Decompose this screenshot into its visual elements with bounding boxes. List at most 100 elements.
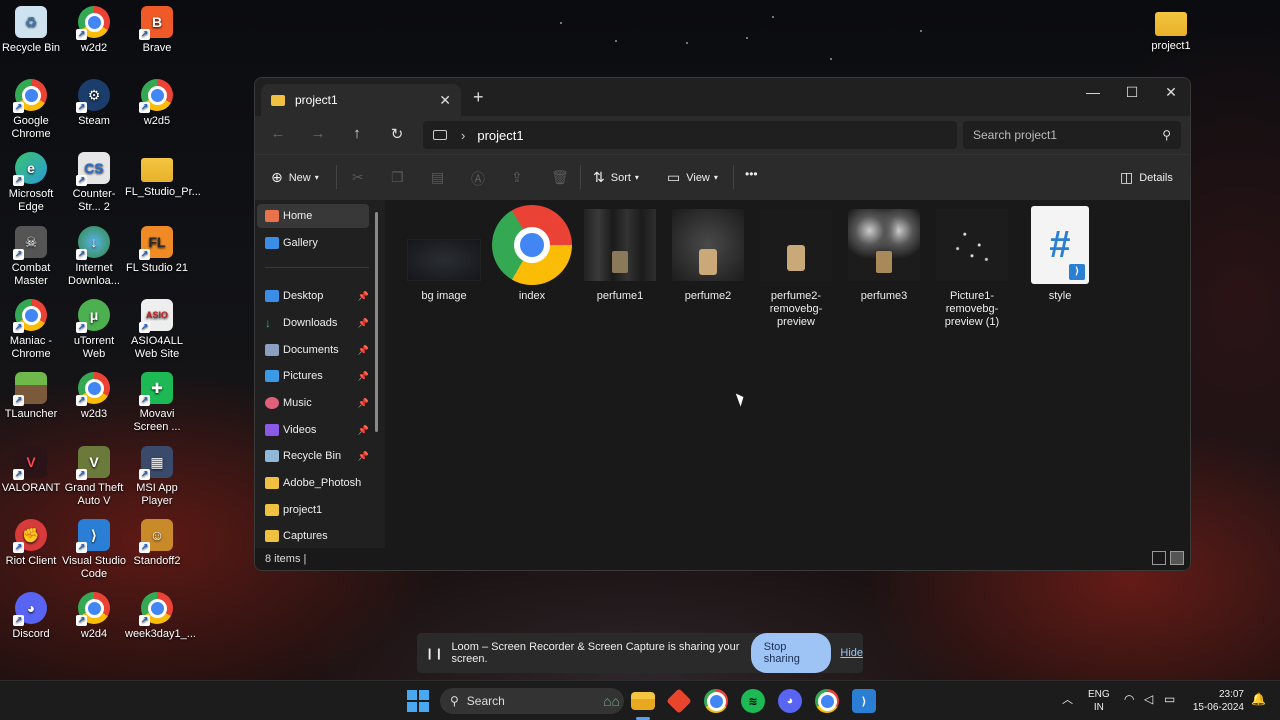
paste-button[interactable]: ▤ [431, 169, 450, 186]
desktop-icon-fl-studio[interactable]: FL FL Studio 21 [125, 226, 189, 275]
view-button[interactable]: ▭ View ▾ [667, 169, 718, 186]
desktop-icon-week3day1[interactable]: week3day1_... [125, 592, 196, 641]
sidebar-item-downloads[interactable]: ↓ Downloads 📌 [257, 311, 369, 335]
desktop-icon-utorrent[interactable]: μ uTorrent Web [62, 299, 126, 361]
sidebar-item-documents[interactable]: Documents 📌 [257, 338, 369, 362]
chevron-up-icon[interactable]: ︿ [1062, 694, 1073, 707]
pin-icon[interactable]: 📌 [358, 345, 369, 356]
breadcrumb[interactable]: project1 [477, 128, 523, 143]
tab-project1[interactable]: project1 ✕ [261, 84, 461, 116]
sidebar-item-music[interactable]: Music 📌 [257, 391, 369, 415]
close-tab-icon[interactable]: ✕ [439, 92, 451, 109]
chrome-profile-icon[interactable] [815, 689, 839, 713]
share-button[interactable]: ⇪ [511, 169, 529, 186]
desktop-icon-msi-app-player[interactable]: ▦ MSI App Player [125, 446, 189, 508]
sidebar-item-gallery[interactable]: Gallery [257, 231, 369, 255]
chevron-right-icon[interactable]: › [461, 128, 465, 143]
pin-icon[interactable]: 📌 [358, 451, 369, 462]
desktop-icon-edge[interactable]: e Microsoft Edge [0, 152, 63, 214]
more-options-button[interactable]: ••• [745, 167, 758, 181]
desktop-icon-google-chrome[interactable]: Google Chrome [0, 79, 63, 141]
desktop-icon-gta[interactable]: V Grand Theft Auto V [62, 446, 126, 508]
details-view-icon[interactable] [1152, 551, 1166, 565]
sidebar-item-captures[interactable]: Captures [257, 524, 369, 548]
desktop-icon-w2d2[interactable]: w2d2 [62, 6, 126, 55]
pin-icon[interactable]: 📌 [358, 398, 369, 409]
speaker-icon[interactable]: ◁ [1144, 693, 1153, 706]
close-button[interactable]: ✕ [1151, 78, 1190, 106]
sort-button[interactable]: ⇅ Sort ▾ [593, 169, 639, 186]
maximize-button[interactable]: ☐ [1112, 78, 1152, 106]
desktop-icon-w2d3[interactable]: w2d3 [62, 372, 126, 421]
search-input[interactable]: Search project1 ⚲ [963, 121, 1181, 149]
file-item[interactable]: perfume3 [842, 206, 926, 303]
clock[interactable]: 23:07 15-06-2024 [1186, 688, 1244, 714]
delete-button[interactable]: 🗑 [551, 169, 575, 186]
language-indicator[interactable]: ENG IN [1088, 688, 1110, 714]
sidebar-item-adobe-photoshop[interactable]: Adobe_Photosh [257, 471, 369, 495]
desktop-icon-recycle-bin[interactable]: ♻ Recycle Bin [0, 6, 63, 55]
details-button[interactable]: ◫ Details [1120, 169, 1173, 186]
chrome-icon[interactable] [704, 689, 728, 713]
desktop-icon-internet-download-manager[interactable]: ↓ Internet Downloa... [62, 226, 126, 288]
desktop-icon-valorant[interactable]: V VALORANT [0, 446, 63, 495]
sidebar-item-project1[interactable]: project1 [257, 498, 369, 522]
desktop-icon-standoff2[interactable]: ☺ Standoff2 [125, 519, 189, 568]
address-bar[interactable]: › project1 [423, 121, 957, 149]
stop-sharing-button[interactable]: Stop sharing [750, 633, 832, 673]
taskbar-search[interactable]: ⚲ Search ⌂⌂ [440, 688, 624, 714]
pin-icon[interactable]: 📌 [358, 371, 369, 382]
windows-start-icon[interactable] [406, 689, 430, 713]
minimize-button[interactable]: — [1073, 78, 1113, 106]
file-explorer-icon[interactable] [631, 692, 655, 710]
rename-button[interactable]: Ⓐ [471, 169, 491, 189]
desktop-icon-brave[interactable]: B Brave [125, 6, 189, 55]
desktop-icon-discord[interactable]: ◕ Discord [0, 592, 63, 641]
notification-bell-icon[interactable]: 🔔 [1251, 693, 1266, 706]
desktop-icon-w2d5[interactable]: w2d5 [125, 79, 189, 128]
file-item[interactable]: perfume2-removebg-preview [754, 206, 838, 329]
up-arrow-icon[interactable]: ↑ [346, 125, 368, 142]
sidebar-item-desktop[interactable]: Desktop 📌 [257, 284, 369, 308]
large-icons-view-icon[interactable] [1170, 551, 1184, 565]
spotify-icon[interactable]: ≋ [741, 689, 765, 713]
forward-arrow-icon[interactable]: → [307, 125, 329, 142]
discord-icon[interactable]: ◕ [778, 689, 802, 713]
desktop-icon-project1[interactable]: project1 [1139, 6, 1203, 53]
cut-button[interactable]: ✂ [352, 169, 370, 186]
desktop-icon-vscode[interactable]: ⟩ Visual Studio Code [62, 519, 126, 581]
pause-icon[interactable]: ❙❙ [425, 647, 443, 660]
desktop-icon-maniac-chrome[interactable]: Maniac - Chrome [0, 299, 63, 361]
app-diamond-icon[interactable] [666, 688, 692, 714]
scrollbar[interactable] [375, 212, 378, 432]
file-item[interactable]: bg image [402, 206, 486, 303]
pin-icon[interactable]: 📌 [358, 425, 369, 436]
sidebar-item-videos[interactable]: Videos 📌 [257, 418, 369, 442]
file-item[interactable]: index [490, 205, 574, 303]
copy-button[interactable]: ❐ [391, 169, 410, 186]
sidebar-item-pictures[interactable]: Pictures 📌 [257, 364, 369, 388]
file-item[interactable]: # ⟩ style [1018, 206, 1102, 303]
file-item[interactable]: Picture1-removebg-preview (1) [930, 206, 1014, 329]
back-arrow-icon[interactable]: ← [267, 125, 289, 142]
hide-button[interactable]: Hide [840, 647, 863, 659]
new-button[interactable]: ⊕ New ▾ [271, 169, 319, 186]
desktop-icon-movavi[interactable]: ✚ Movavi Screen ... [125, 372, 189, 434]
battery-icon[interactable]: ▭ [1164, 693, 1175, 706]
sidebar-item-home[interactable]: Home [257, 204, 369, 228]
file-item[interactable]: perfume2 [666, 206, 750, 303]
refresh-icon[interactable]: ↻ [386, 125, 408, 143]
file-item[interactable]: perfume1 [578, 206, 662, 303]
desktop-icon-fl-studio-folder[interactable]: FL_Studio_Pr... [125, 152, 201, 199]
desktop-icon-counter-strike[interactable]: CS Counter-Str... 2 [62, 152, 126, 214]
desktop-icon-asio4all[interactable]: ASIO ASIO4ALL Web Site [125, 299, 189, 361]
desktop-icon-combat-master[interactable]: ☠ Combat Master [0, 226, 63, 288]
sidebar-item-recycle-bin[interactable]: Recycle Bin 📌 [257, 444, 369, 468]
vscode-icon[interactable]: ⟩ [852, 689, 876, 713]
desktop-icon-steam[interactable]: ⚙ Steam [62, 79, 126, 128]
desktop-icon-tlauncher[interactable]: TLauncher [0, 372, 63, 421]
desktop-icon-riot-client[interactable]: ✊ Riot Client [0, 519, 63, 568]
pin-icon[interactable]: 📌 [358, 318, 369, 329]
pin-icon[interactable]: 📌 [358, 291, 369, 302]
new-tab-button[interactable]: + [473, 87, 484, 108]
